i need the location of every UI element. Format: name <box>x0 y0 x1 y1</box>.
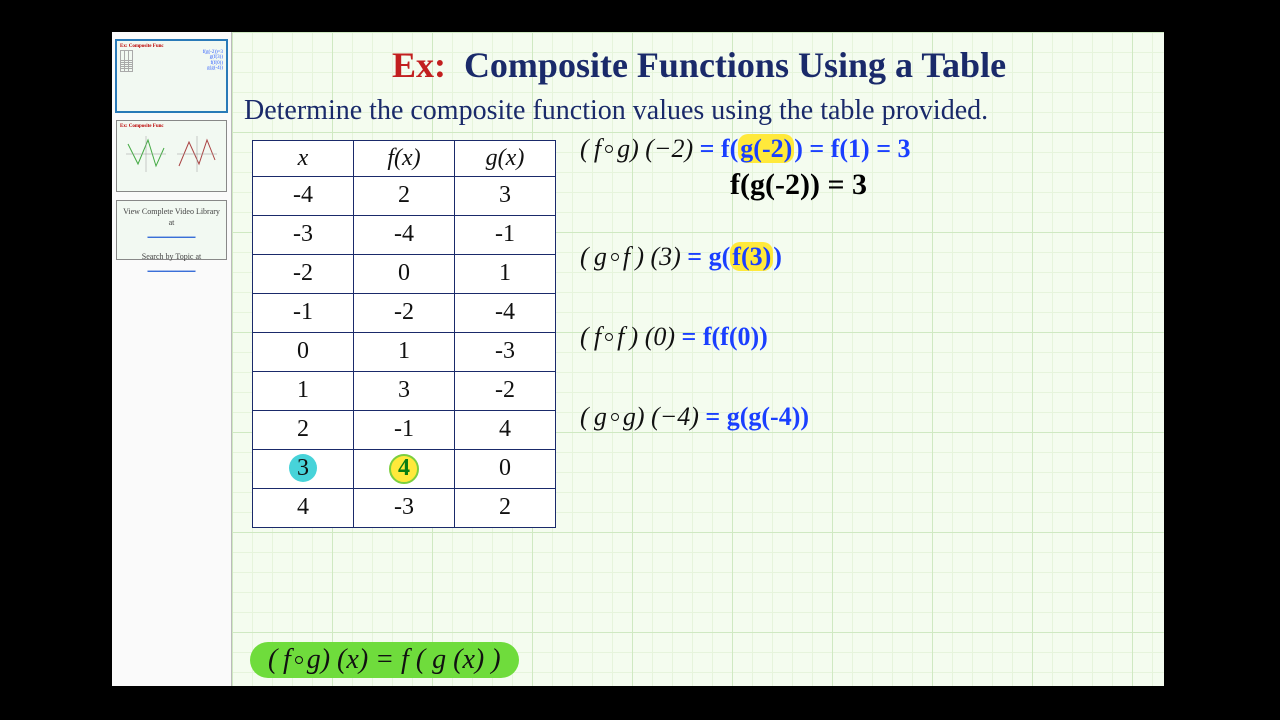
table-cell: 3 <box>253 449 354 488</box>
equations-area: ( fg) (−2) = f(g(-2)) = f(1) = 3 f(g(-2)… <box>580 140 1154 472</box>
table-cell: 2 <box>354 176 455 215</box>
table-cell: 4 <box>253 488 354 527</box>
table-cell: 4 <box>455 410 556 449</box>
table-cell: -2 <box>253 254 354 293</box>
table-row: -201 <box>253 254 556 293</box>
thumb-title-2: Ex: Composite Func <box>120 124 223 130</box>
lib-text-2: Search by Topic at <box>142 252 202 261</box>
function-table-wrap: xf(x)g(x) -423-3-4-1-201-1-2-401-313-22-… <box>252 140 556 528</box>
table-cell: -2 <box>455 371 556 410</box>
table-cell: -3 <box>354 488 455 527</box>
table-row: 340 <box>253 449 556 488</box>
table-header: x <box>253 140 354 176</box>
table-cell: 1 <box>455 254 556 293</box>
presentation-stage: Ex: Composite Func f(g(-2))=3g(f(3))f(f(… <box>112 32 1164 686</box>
title-main: Composite Functions Using a Table <box>464 45 1006 85</box>
equation-3: ( ff ) (0) = f(f(0)) <box>580 322 1154 352</box>
equation-1-sub: f(g(-2)) = 3 <box>730 168 867 201</box>
slide-thumbnail-3[interactable]: View Complete Video Library at _________… <box>116 200 227 260</box>
table-header: g(x) <box>455 140 556 176</box>
table-cell: 2 <box>455 488 556 527</box>
table-cell: 0 <box>354 254 455 293</box>
main-slide: Ex: Composite Functions Using a Table De… <box>232 32 1164 686</box>
table-row: -3-4-1 <box>253 215 556 254</box>
slide-thumbnail-2[interactable]: Ex: Composite Func <box>116 120 227 192</box>
table-cell: 4 <box>354 449 455 488</box>
function-table: xf(x)g(x) -423-3-4-1-201-1-2-401-313-22-… <box>252 140 556 528</box>
lib-text-1: View Complete Video Library at <box>123 207 220 227</box>
table-header: f(x) <box>354 140 455 176</box>
table-cell: 0 <box>253 332 354 371</box>
lib-link-2[interactable]: ____________ <box>148 263 196 272</box>
table-row: 01-3 <box>253 332 556 371</box>
table-cell: -1 <box>354 410 455 449</box>
table-cell: 3 <box>354 371 455 410</box>
equation-2: ( gf ) (3) = g(f(3)) <box>580 242 1154 272</box>
slide-title: Ex: Composite Functions Using a Table <box>244 44 1154 86</box>
thumbnail-sidebar: Ex: Composite Func f(g(-2))=3g(f(3))f(f(… <box>112 32 232 686</box>
table-cell: 3 <box>455 176 556 215</box>
table-row: -1-2-4 <box>253 293 556 332</box>
table-cell: -3 <box>455 332 556 371</box>
table-row: -423 <box>253 176 556 215</box>
table-cell: -2 <box>354 293 455 332</box>
table-cell: -4 <box>455 293 556 332</box>
instruction-text: Determine the composite function values … <box>244 92 1154 130</box>
table-cell: 1 <box>354 332 455 371</box>
table-cell: -4 <box>253 176 354 215</box>
table-cell: -4 <box>354 215 455 254</box>
table-row: 2-14 <box>253 410 556 449</box>
equation-1: ( fg) (−2) = f(g(-2)) = f(1) = 3 f(g(-2)… <box>580 134 1154 202</box>
lib-link-1[interactable]: ____________ <box>148 229 196 238</box>
equation-4: ( gg) (−4) = g(g(-4)) <box>580 402 1154 432</box>
table-cell: 1 <box>253 371 354 410</box>
table-row: 13-2 <box>253 371 556 410</box>
table-row: 4-32 <box>253 488 556 527</box>
table-cell: 0 <box>455 449 556 488</box>
table-cell: -1 <box>455 215 556 254</box>
composite-formula: ( fg) (x) = f ( g (x) ) <box>250 642 519 678</box>
title-ex: Ex: <box>392 45 446 85</box>
table-cell: -3 <box>253 215 354 254</box>
table-cell: 2 <box>253 410 354 449</box>
slide-thumbnail-1[interactable]: Ex: Composite Func f(g(-2))=3g(f(3))f(f(… <box>116 40 227 112</box>
table-cell: -1 <box>253 293 354 332</box>
